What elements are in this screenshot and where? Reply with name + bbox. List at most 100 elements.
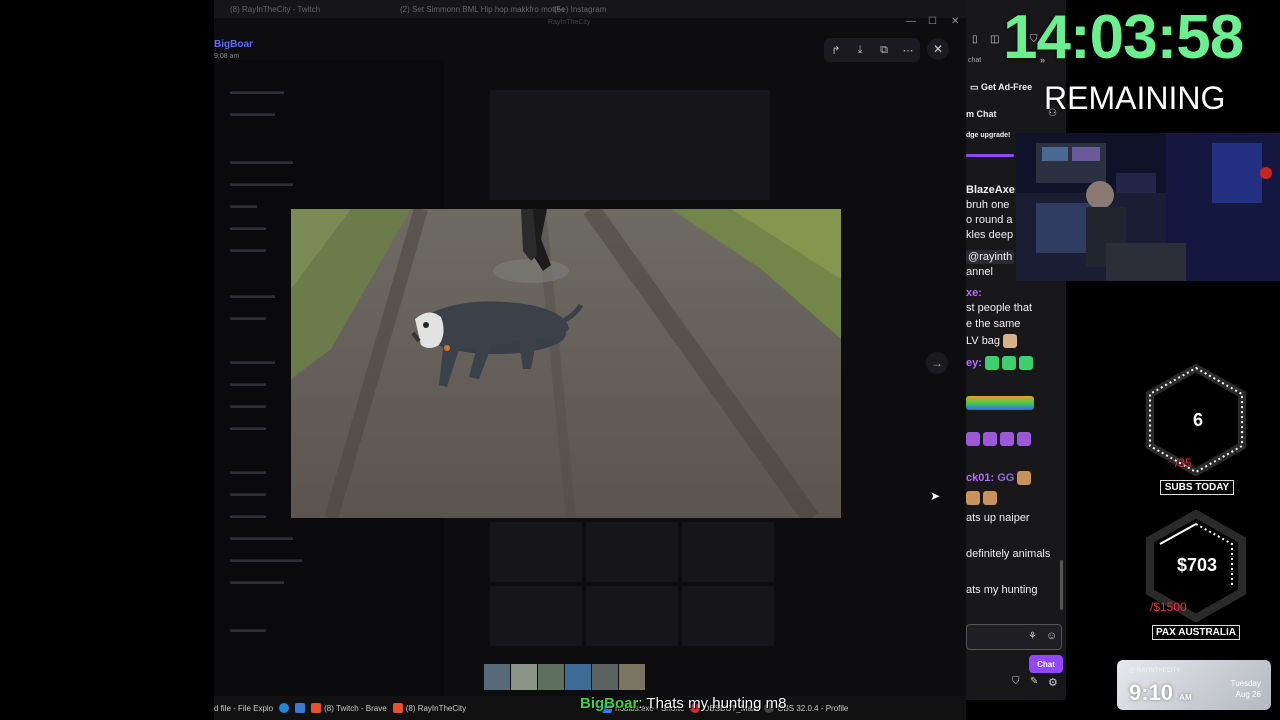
channel-item[interactable]: ▬▬▬▬▬▬▬	[230, 178, 293, 188]
channel-item[interactable]: ▬▬▬	[230, 200, 257, 210]
thumbnail[interactable]	[592, 664, 618, 690]
download-icon[interactable]: ⤓	[849, 39, 871, 61]
emote-icon	[966, 491, 980, 505]
channel-item[interactable]: ▬▬▬▬	[230, 488, 266, 498]
chat-message: st people that	[966, 302, 1033, 314]
edge-icon[interactable]	[279, 703, 290, 713]
media-tile	[490, 522, 582, 582]
chat-message: ats up naiper	[966, 512, 1030, 524]
browser-tab[interactable]: (2) Set Simmonn BML Hip hop makkfro mott…	[400, 5, 565, 14]
channel-item[interactable]: ▬▬▬▬	[230, 222, 266, 232]
channel-item[interactable]: ▬▬▬▬▬	[230, 356, 275, 366]
media-tile	[682, 586, 774, 646]
thumbnail[interactable]	[538, 664, 564, 690]
next-image-button[interactable]: →	[926, 352, 948, 374]
taskbar-item[interactable]: (8) RayInTheCity	[392, 703, 466, 713]
chat-message: ats my hunting	[966, 584, 1038, 596]
taskbar-item[interactable]: (8) Twitch - Brave	[311, 703, 387, 713]
thumbnail[interactable]	[511, 664, 537, 690]
tts-author: BigBoar	[580, 695, 639, 712]
minimize-icon[interactable]: —	[906, 16, 916, 27]
thumbnail[interactable]	[565, 664, 591, 690]
viewer-timestamp: 9:08 am	[214, 53, 240, 60]
taskbar-item[interactable]: d file - File Explo	[214, 704, 273, 713]
media-tile	[586, 586, 678, 646]
open-external-icon[interactable]: ⧉	[873, 39, 895, 61]
emote-icon	[1000, 432, 1014, 446]
media-tile	[586, 522, 678, 582]
channel-item[interactable]: ▬▬▬▬▬▬	[230, 576, 284, 586]
browser-tab[interactable]: (5+) Instagram	[554, 5, 606, 14]
channel-item[interactable]: ▬▬▬▬▬▬	[230, 86, 284, 96]
channel-item[interactable]: ▬▬▬▬	[230, 624, 266, 634]
browser-tab[interactable]: (8) RayInTheCity - Twitch	[230, 5, 320, 14]
chat-message: definitely animals	[966, 548, 1051, 560]
clock-date: Tuesday Aug 26	[1230, 679, 1261, 699]
stream-chat-title: m Chat	[966, 109, 997, 119]
window-close-icon[interactable]: ✕	[951, 16, 959, 27]
channel-item[interactable]: ▬▬▬▬	[230, 466, 266, 476]
channel-item[interactable]: ▬▬▬▬▬▬▬	[230, 156, 293, 166]
chat-message: ck01: GG	[966, 471, 1034, 485]
donation-goal-label: PAX AUSTRALIA	[1152, 625, 1240, 640]
browser-tab-strip: (8) RayInTheCity - Twitch (2) Set Simmon…	[214, 0, 966, 18]
bits-icon[interactable]: ⚘	[1028, 631, 1037, 642]
thumbnail[interactable]	[619, 664, 645, 690]
pencil-icon[interactable]: ✎	[1030, 676, 1038, 687]
thumbnail-strip	[484, 664, 646, 690]
channel-item[interactable]: ▬▬▬▬	[230, 378, 266, 388]
chat-emote-row	[966, 396, 1037, 410]
sidebar-toggle-icon[interactable]: ▯	[972, 34, 978, 45]
attachment-image[interactable]	[291, 209, 841, 518]
chat-scrollbar[interactable]	[1060, 560, 1063, 610]
dog-photo	[291, 209, 841, 518]
emote-icon	[983, 432, 997, 446]
chat-message: annel	[966, 266, 993, 278]
channel-item[interactable]: ▬▬▬▬	[230, 510, 266, 520]
channel-item[interactable]: ▬▬▬▬▬	[230, 108, 275, 118]
emote-icon	[966, 432, 980, 446]
channel-item[interactable]: ▬▬▬▬	[230, 244, 266, 254]
chat-message: kles deep	[966, 229, 1014, 241]
emote-icon	[1001, 356, 1016, 370]
chat-mention[interactable]: @rayinth	[966, 250, 1015, 264]
timer-label: REMAINING	[1044, 80, 1226, 116]
chat-emote-row	[966, 491, 1000, 505]
more-icon[interactable]: ⋯	[897, 39, 919, 61]
channel-item[interactable]: ▬▬▬▬▬▬▬▬	[230, 554, 302, 564]
store-icon[interactable]	[295, 703, 306, 713]
subs-goal: /35	[1175, 456, 1192, 470]
tab-icon[interactable]: ◫	[990, 34, 999, 45]
get-ad-free-button[interactable]: ▭ Get Ad-Free	[970, 82, 1032, 93]
shield-icon[interactable]: ⛉	[1012, 676, 1020, 687]
subathon-timer: 14:03:58	[1003, 3, 1244, 72]
chat-username[interactable]: xe:	[966, 287, 982, 299]
media-tile	[682, 522, 774, 582]
emote-icon	[1003, 334, 1018, 348]
emote-icon	[966, 396, 1034, 410]
chat-message: o round a	[966, 214, 1013, 226]
badge-upgrade-notice: dge upgrade!	[966, 132, 1011, 139]
channel-item[interactable]: ▬▬▬▬▬▬▬	[230, 532, 293, 542]
maximize-icon[interactable]: ☐	[928, 16, 937, 27]
settings-icon[interactable]: ⚙	[1048, 676, 1058, 689]
chat-tab-label[interactable]: chat	[968, 57, 981, 64]
emoji-icon[interactable]: ☺	[1046, 630, 1057, 642]
clock-widget: @ RAYINTHECITY 9:10 AM Tuesday Aug 26	[1117, 660, 1271, 710]
close-viewer-button[interactable]: ✕	[927, 38, 949, 60]
forward-icon[interactable]: ↱	[825, 39, 847, 61]
chat-message: LV bag	[966, 334, 1020, 348]
chat-send-button[interactable]: Chat	[1029, 655, 1063, 673]
tts-text: : Thats my hunting m8	[638, 695, 787, 712]
chat-emote-row	[966, 432, 1034, 446]
channel-item[interactable]: ▬▬▬▬	[230, 312, 266, 322]
channel-item[interactable]: ▬▬▬▬	[230, 422, 266, 432]
hype-progress-bar	[966, 154, 1014, 157]
channel-item[interactable]: ▬▬▬▬	[230, 400, 266, 410]
clock-brand: @ RAYINTHECITY	[1129, 668, 1181, 674]
viewer-author[interactable]: BigBoar	[214, 39, 253, 50]
channel-item[interactable]: ▬▬▬▬▬	[230, 290, 275, 300]
emote-icon	[1017, 432, 1031, 446]
thumbnail[interactable]	[484, 664, 510, 690]
donation-goal: /$1500	[1150, 600, 1187, 614]
